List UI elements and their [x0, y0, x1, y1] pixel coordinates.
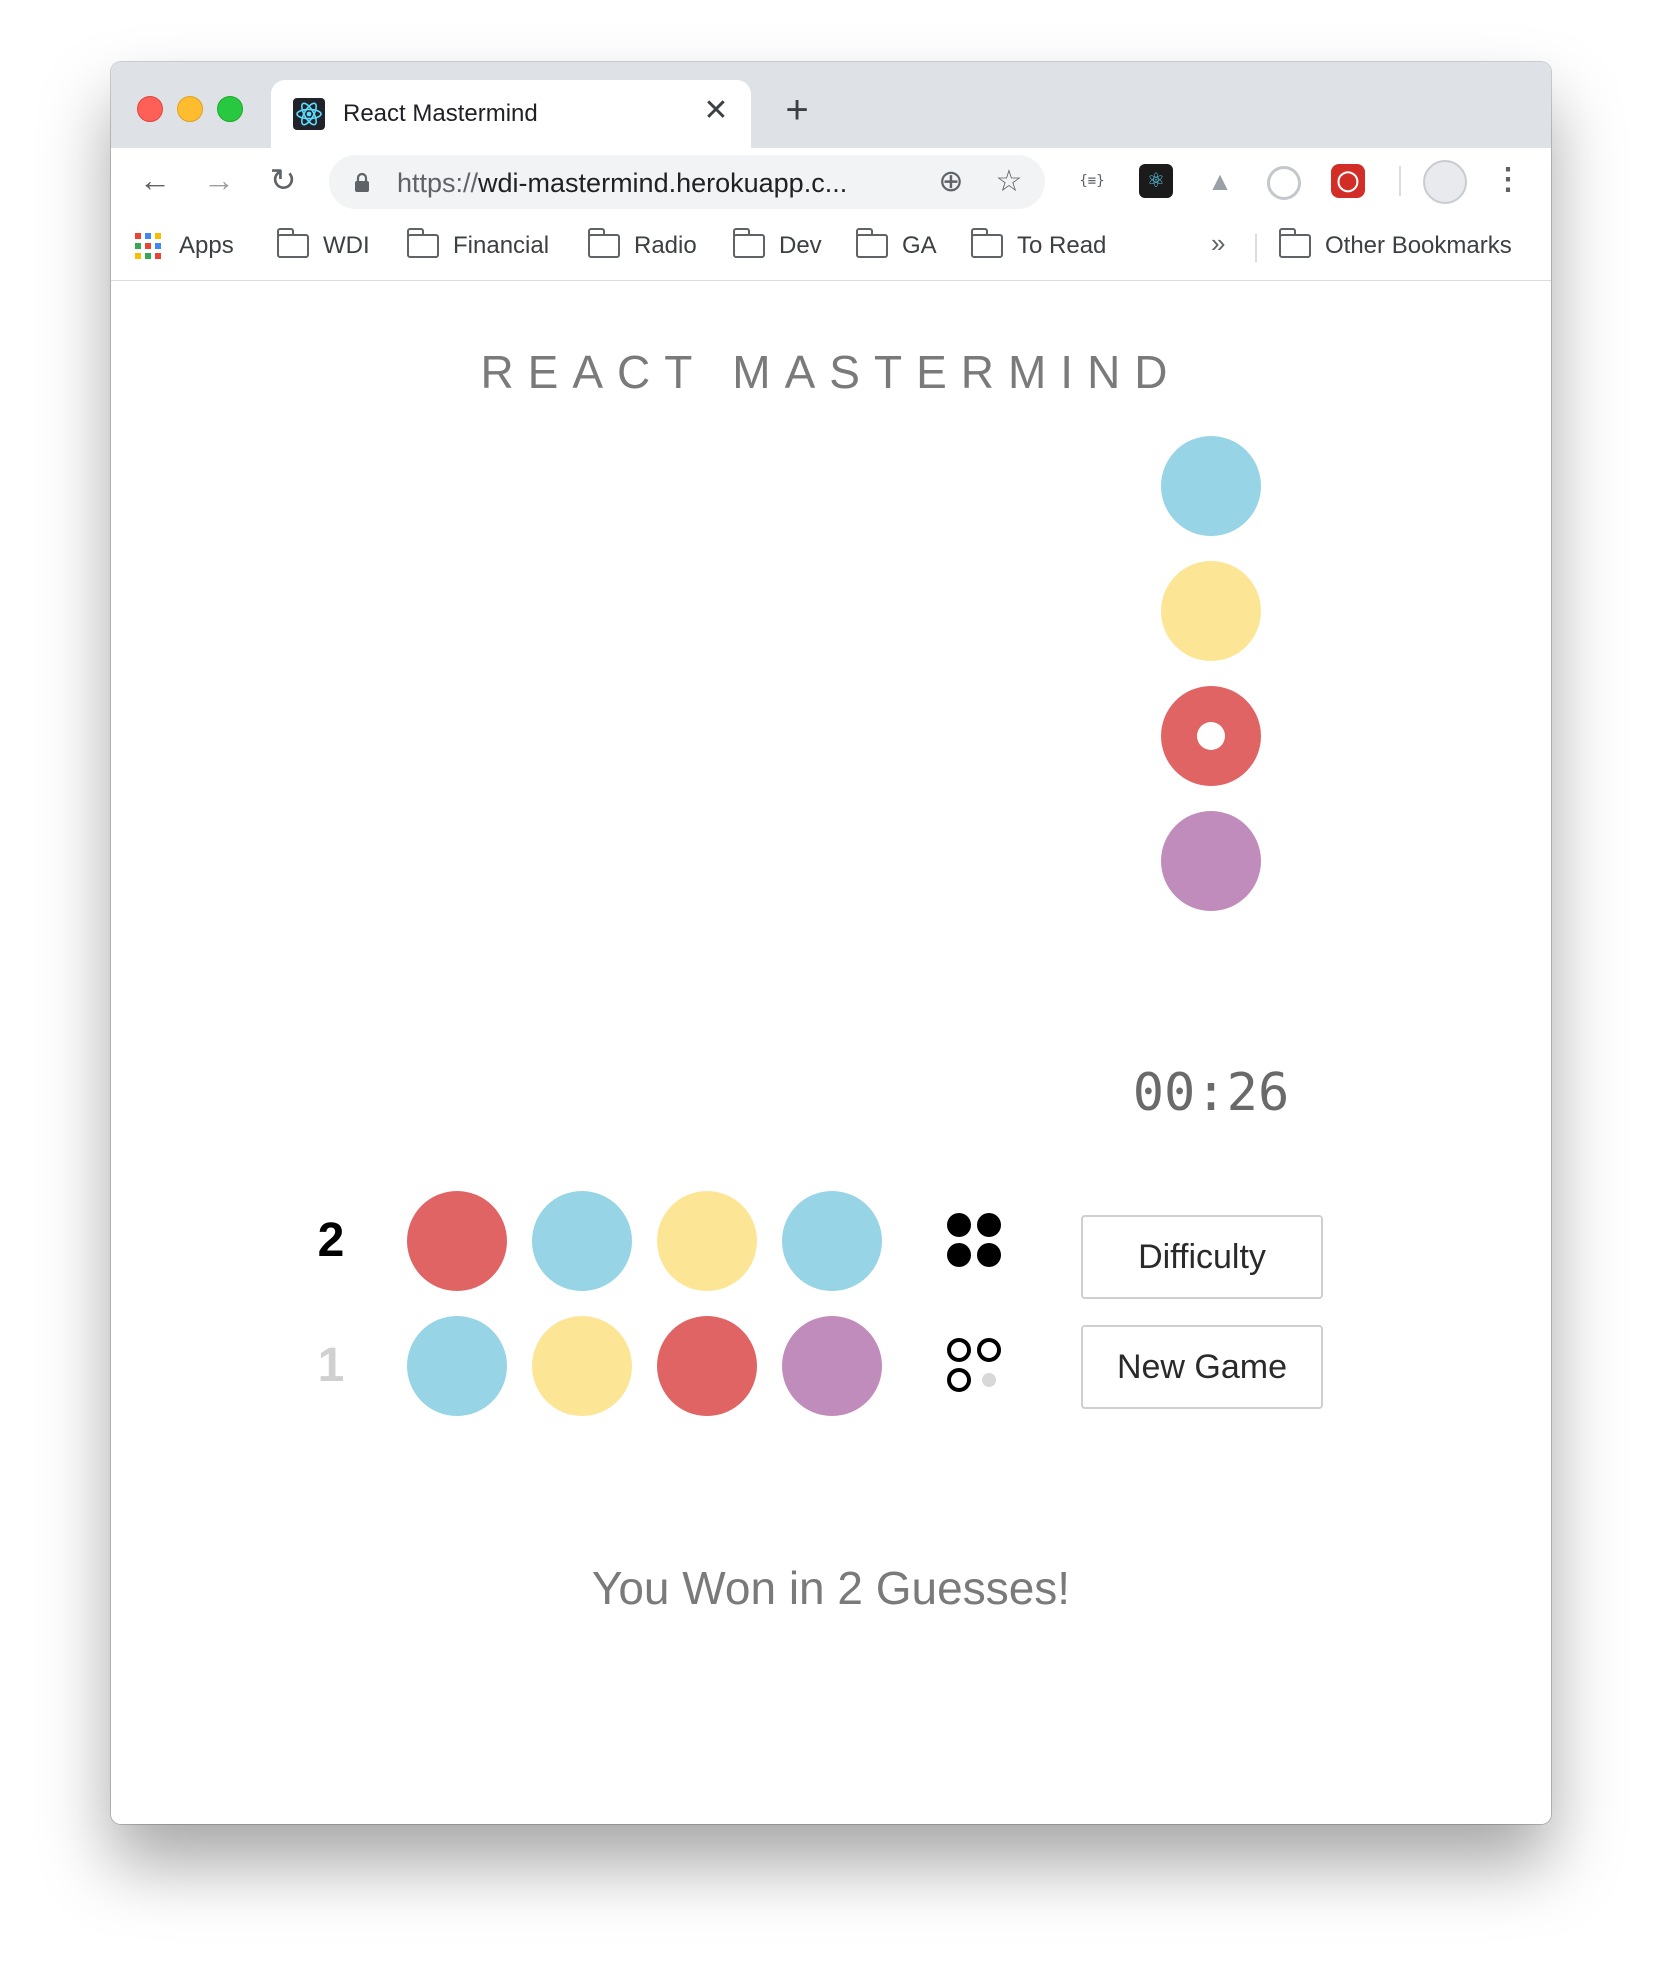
guess-peg-purple — [782, 1316, 882, 1416]
guess-peg-yellow — [532, 1316, 632, 1416]
address-bar[interactable]: https://wdi-mastermind.herokuapp.c... ⊕ … — [329, 155, 1045, 209]
bookmark-other-bookmarks[interactable]: Other Bookmarks — [1278, 228, 1512, 263]
bookmark-label: Apps — [179, 232, 234, 259]
bookmark-dev[interactable]: Dev — [732, 228, 822, 263]
bookmarks-bar: Apps WDI Financial Radio Dev GA To Read … — [111, 214, 1551, 281]
selected-indicator — [1197, 722, 1225, 750]
score-peg-almost — [947, 1338, 971, 1362]
toolbar-divider — [1399, 166, 1401, 196]
browser-toolbar: ← → ↻ https://wdi-mastermind.herokuapp.c… — [111, 148, 1551, 214]
bookmark-label: Financial — [453, 232, 550, 259]
palette-peg-purple[interactable] — [1161, 811, 1261, 911]
forward-arrow-icon[interactable]: → — [197, 158, 241, 202]
folder-icon — [732, 228, 765, 258]
ring-extension-icon[interactable] — [1267, 166, 1301, 200]
tab-close-icon[interactable]: ✕ — [699, 94, 733, 128]
profile-avatar[interactable] — [1423, 160, 1467, 204]
score-peg-none — [982, 1373, 996, 1387]
folder-icon — [587, 228, 620, 258]
url-scheme: https:// — [397, 168, 479, 198]
bookmark-label: WDI — [323, 232, 370, 259]
lastpass-extension-icon[interactable]: ◯ — [1331, 164, 1365, 198]
score-peg-perfect — [947, 1243, 971, 1267]
guess-peg-red[interactable] — [407, 1191, 507, 1291]
game-timer: 00:26 — [1132, 1063, 1290, 1123]
json-viewer-extension-icon[interactable]: {≡} — [1075, 164, 1109, 198]
guess-peg-blue[interactable] — [532, 1191, 632, 1291]
bookmark-apps[interactable]: Apps — [135, 229, 234, 263]
folder-icon — [855, 228, 888, 258]
bookmark-label: Other Bookmarks — [1325, 232, 1512, 259]
url-text[interactable]: https://wdi-mastermind.herokuapp.c... — [397, 168, 847, 199]
score-pegs — [947, 1338, 1007, 1398]
folder-icon — [276, 228, 309, 258]
palette-peg-blue[interactable] — [1161, 436, 1261, 536]
back-arrow-icon[interactable]: ← — [133, 158, 177, 202]
apps-grid-icon — [135, 233, 161, 259]
guess-number: 1 — [317, 1339, 345, 1392]
guess-peg-yellow[interactable] — [657, 1191, 757, 1291]
guess-peg-red — [657, 1316, 757, 1416]
bookmark-label: GA — [902, 232, 937, 259]
bookmark-radio[interactable]: Radio — [587, 228, 697, 263]
tab-react-mastermind[interactable]: React Mastermind ✕ — [271, 80, 751, 148]
score-peg-perfect — [947, 1213, 971, 1237]
score-peg-almost — [977, 1338, 1001, 1362]
react-favicon-icon — [293, 98, 325, 130]
tab-title: React Mastermind — [343, 100, 538, 127]
page-content: REACT MASTERMIND 00:26 2 1 Difficulty New… — [111, 281, 1551, 1824]
tab-strip: React Mastermind ✕ + — [111, 62, 1551, 148]
bookmark-label: To Read — [1017, 232, 1107, 259]
palette-peg-yellow[interactable] — [1161, 561, 1261, 661]
page-title: REACT MASTERMIND — [480, 346, 1182, 398]
bookmark-label: Dev — [779, 232, 822, 259]
google-drive-extension-icon[interactable]: ▲ — [1203, 164, 1237, 198]
bookmark-wdi[interactable]: WDI — [276, 228, 370, 263]
maximize-window-button[interactable] — [217, 96, 243, 122]
bookmark-label: Radio — [634, 232, 697, 259]
react-devtools-extension-icon[interactable]: ⚛ — [1139, 164, 1173, 198]
folder-icon — [406, 228, 439, 258]
guess-peg-blue — [407, 1316, 507, 1416]
palette-peg-red[interactable] — [1161, 686, 1261, 786]
bookmark-ga[interactable]: GA — [855, 228, 937, 263]
bookmark-star-icon[interactable]: ☆ — [991, 164, 1027, 200]
browser-window: React Mastermind ✕ + ← → ↻ https://wdi-m… — [111, 62, 1551, 1824]
difficulty-button[interactable]: Difficulty — [1081, 1215, 1323, 1299]
bookmarks-divider — [1255, 234, 1257, 262]
folder-icon — [1278, 228, 1311, 258]
folder-icon — [970, 228, 1003, 258]
reload-icon[interactable]: ↻ — [261, 158, 305, 202]
win-message: You Won in 2 Guesses! — [591, 1562, 1071, 1614]
score-pegs — [947, 1213, 1007, 1273]
url-host: wdi-mastermind.herokuapp.c... — [478, 168, 848, 198]
guess-number: 2 — [317, 1214, 345, 1267]
bookmark-to-read[interactable]: To Read — [970, 228, 1107, 263]
bookmark-financial[interactable]: Financial — [406, 228, 550, 263]
minimize-window-button[interactable] — [177, 96, 203, 122]
guess-peg-blue[interactable] — [782, 1191, 882, 1291]
score-peg-perfect — [977, 1243, 1001, 1267]
zoom-icon[interactable]: ⊕ — [933, 164, 969, 200]
new-game-button[interactable]: New Game — [1081, 1325, 1323, 1409]
new-tab-button[interactable]: + — [777, 90, 817, 130]
bookmarks-overflow-icon[interactable]: » — [1211, 228, 1225, 259]
score-peg-almost — [947, 1368, 971, 1392]
lock-icon — [351, 171, 373, 193]
menu-dots-icon[interactable]: ⋮ — [1493, 162, 1523, 202]
close-window-button[interactable] — [137, 96, 163, 122]
score-peg-perfect — [977, 1213, 1001, 1237]
